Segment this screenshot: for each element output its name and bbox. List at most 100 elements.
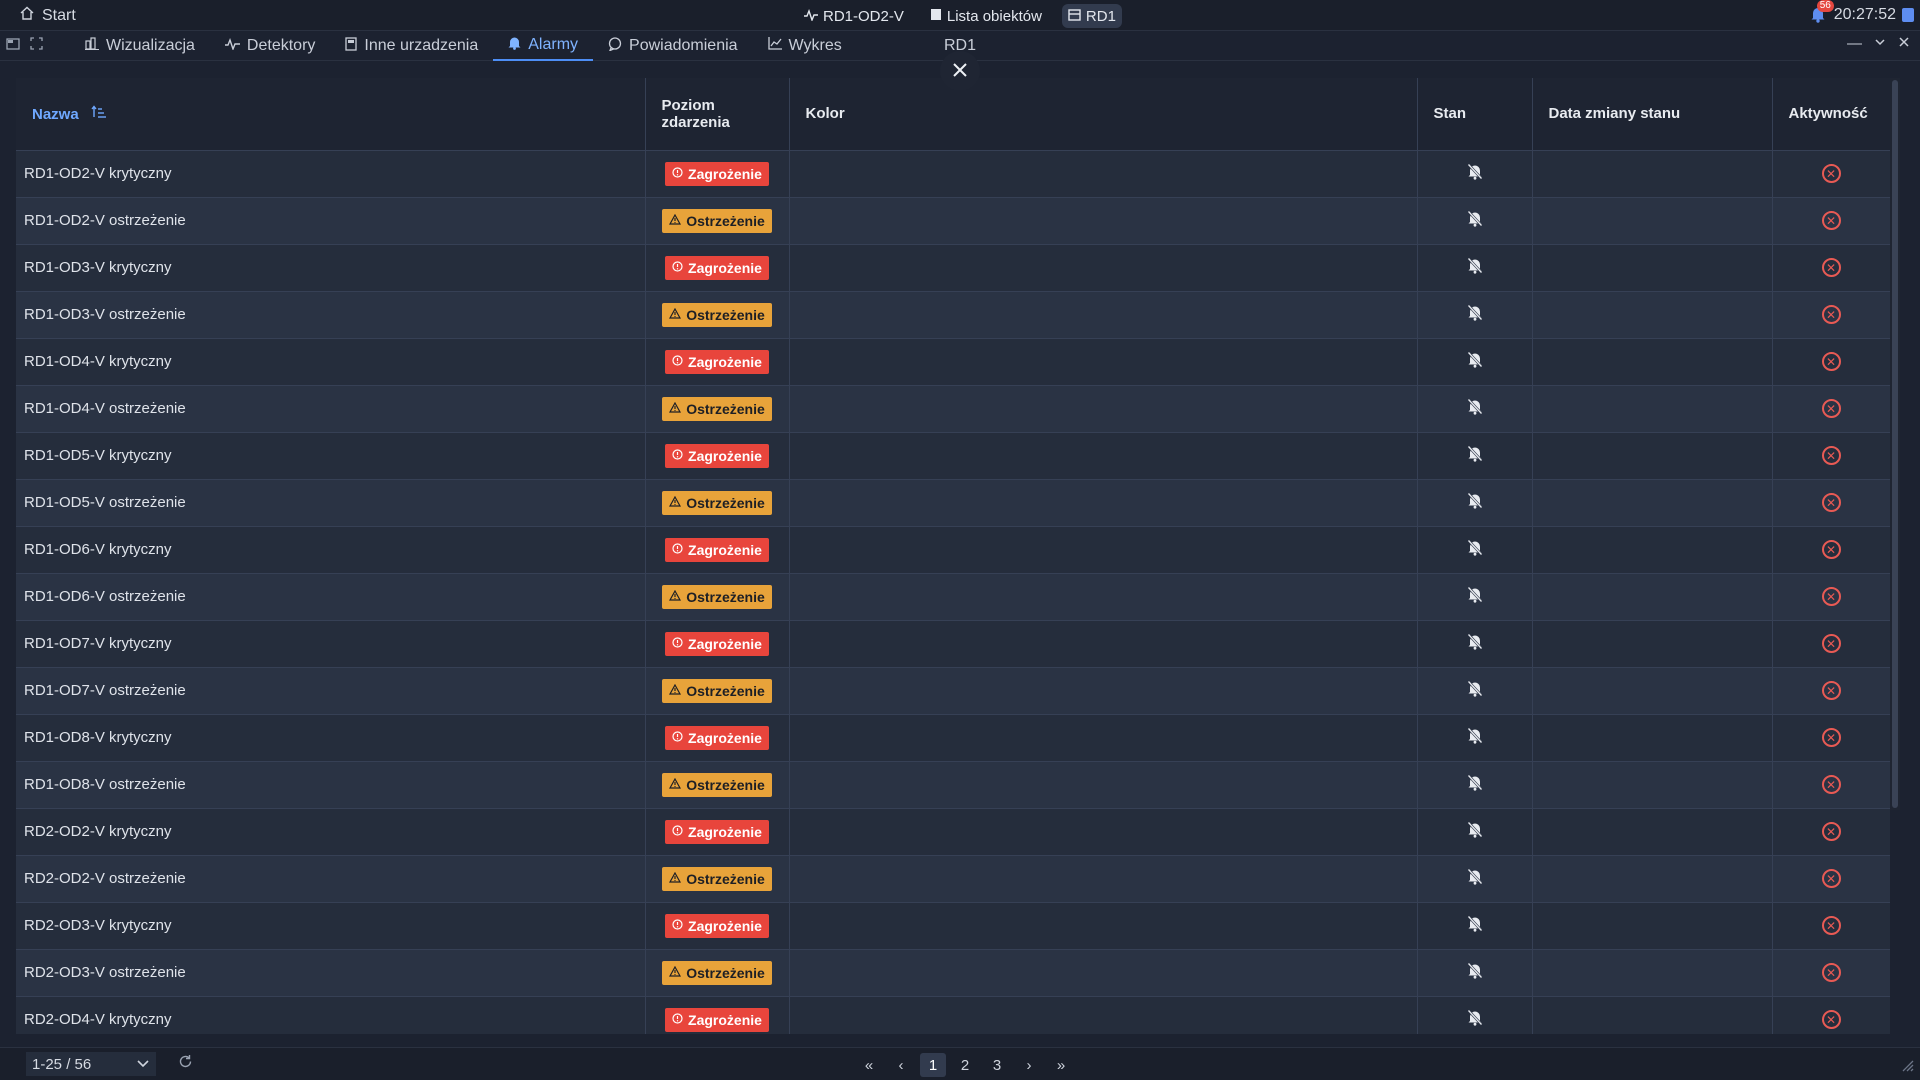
cell-color [789,526,1418,574]
resize-grip-icon[interactable] [1900,1058,1914,1077]
bell-off-icon [1466,257,1484,275]
inactive-x-circle-icon[interactable]: ✕ [1821,775,1841,794]
inactive-x-circle-icon[interactable]: ✕ [1821,634,1841,653]
bell-icon [1810,8,1826,27]
table-row[interactable]: RD1-OD4-V ostrzeżenie Ostrzeżenie ✕ [16,385,1890,433]
alert-circle-icon [672,730,683,745]
cell-activity: ✕ [1772,714,1890,762]
table-row[interactable]: RD1-OD2-V krytyczny Zagrożenie ✕ [16,150,1890,198]
inactive-x-circle-icon[interactable]: ✕ [1821,211,1841,230]
cell-state [1417,902,1533,950]
table-row[interactable]: RD1-OD2-V ostrzeżenie Ostrzeżenie ✕ [16,197,1890,245]
tab-detectors[interactable]: Detektory [210,31,330,61]
inactive-x-circle-icon[interactable]: ✕ [1821,352,1841,371]
table-row[interactable]: RD1-OD6-V krytyczny Zagrożenie ✕ [16,526,1890,574]
inactive-x-circle-icon[interactable]: ✕ [1821,258,1841,277]
column-header-state[interactable]: Stan [1417,78,1533,151]
table-row[interactable]: RD1-OD7-V krytyczny Zagrożenie ✕ [16,620,1890,668]
refresh-button[interactable] [178,1054,193,1074]
cell-date [1532,432,1773,480]
tab-other-devices[interactable]: Inne urzadzenia [330,31,493,61]
cell-activity: ✕ [1772,244,1890,292]
table-row[interactable]: RD1-OD5-V ostrzeżenie Ostrzeżenie ✕ [16,479,1890,527]
cell-color [789,667,1418,715]
alert-circle-icon [672,260,683,275]
bell-off-icon [1466,445,1484,463]
table-row[interactable]: RD2-OD3-V ostrzeżenie Ostrzeżenie ✕ [16,949,1890,997]
column-header-level[interactable]: Poziom zdarzenia [645,78,790,151]
table-row[interactable]: RD2-OD4-V krytyczny Zagrożenie ✕ [16,996,1890,1034]
chevron-down-icon[interactable] [1874,35,1886,52]
cell-name: RD2-OD3-V krytyczny [16,902,646,950]
table-row[interactable]: RD1-OD6-V ostrzeżenie Ostrzeżenie ✕ [16,573,1890,621]
notifications-button[interactable]: 56 [1810,0,1834,27]
breadcrumb-item-rd1[interactable]: RD1 [1061,4,1122,28]
inactive-x-circle-icon[interactable]: ✕ [1821,869,1841,888]
inactive-x-circle-icon[interactable]: ✕ [1821,399,1841,418]
tab-alarms[interactable]: Alarmy [493,31,594,61]
table-row[interactable]: RD1-OD4-V krytyczny Zagrożenie ✕ [16,338,1890,386]
tab-visualization[interactable]: Wizualizacja [70,31,210,61]
sort-ascending-icon[interactable] [91,105,107,122]
column-header-date[interactable]: Data zmiany stanu [1532,78,1773,151]
table-row[interactable]: RD1-OD3-V krytyczny Zagrożenie ✕ [16,244,1890,292]
page-button-1[interactable]: 1 [920,1053,946,1077]
cell-state [1417,761,1533,809]
breadcrumb-item-object-list[interactable]: Lista obiektów [924,4,1048,28]
column-header-name[interactable]: Nazwa [16,78,646,151]
inactive-x-circle-icon[interactable]: ✕ [1821,822,1841,841]
last-page-icon[interactable]: » [1048,1053,1074,1077]
warning-badge: Ostrzeżenie [662,960,772,985]
cell-activity: ✕ [1772,996,1890,1034]
inactive-x-circle-icon[interactable]: ✕ [1821,1010,1841,1029]
bell-off-icon [1466,210,1484,228]
inactive-x-circle-icon[interactable]: ✕ [1821,164,1841,183]
tab-chart[interactable]: Wykres [753,31,857,61]
page-button-2[interactable]: 2 [952,1053,978,1077]
warning-badge: Ostrzeżenie [662,866,772,891]
tab-notifications[interactable]: Powiadomienia [593,31,753,61]
window-icon[interactable] [1902,8,1914,22]
next-page-icon[interactable]: › [1016,1053,1042,1077]
table-row[interactable]: RD2-OD2-V krytyczny Zagrożenie ✕ [16,808,1890,856]
visualization-icon [85,37,99,55]
cell-state [1417,338,1533,386]
scrollbar-thumb[interactable] [1892,80,1898,808]
cell-level: Ostrzeżenie [645,949,790,997]
fullscreen-icon[interactable] [30,37,43,55]
start-link[interactable]: Start [20,6,76,25]
inactive-x-circle-icon[interactable]: ✕ [1821,916,1841,935]
table-row[interactable]: RD2-OD2-V ostrzeżenie Ostrzeżenie ✕ [16,855,1890,903]
panel-toggle-icon[interactable] [6,37,20,55]
critical-badge: Zagrożenie [665,537,769,562]
table-row[interactable]: RD1-OD3-V ostrzeżenie Ostrzeżenie ✕ [16,291,1890,339]
bell-off-icon [1466,492,1484,510]
cell-name: RD1-OD5-V krytyczny [16,432,646,480]
inactive-x-circle-icon[interactable]: ✕ [1821,728,1841,747]
table-row[interactable]: RD1-OD8-V ostrzeżenie Ostrzeżenie ✕ [16,761,1890,809]
table-row[interactable]: RD2-OD3-V krytyczny Zagrożenie ✕ [16,902,1890,950]
inactive-x-circle-icon[interactable]: ✕ [1821,446,1841,465]
close-icon[interactable] [1898,35,1910,52]
previous-page-icon[interactable]: ‹ [888,1053,914,1077]
page-button-3[interactable]: 3 [984,1053,1010,1077]
inactive-x-circle-icon[interactable]: ✕ [1821,587,1841,606]
inactive-x-circle-icon[interactable]: ✕ [1821,681,1841,700]
page-size-select[interactable]: 1-25 / 56 [26,1052,156,1076]
breadcrumb-item-detector[interactable]: RD1-OD2-V [798,4,910,28]
cell-level: Zagrożenie [645,620,790,668]
inactive-x-circle-icon[interactable]: ✕ [1821,540,1841,559]
table-row[interactable]: RD1-OD7-V ostrzeżenie Ostrzeżenie ✕ [16,667,1890,715]
inactive-x-circle-icon[interactable]: ✕ [1821,963,1841,982]
inactive-x-circle-icon[interactable]: ✕ [1821,305,1841,324]
close-panel-button[interactable] [940,51,980,91]
badge-label: Ostrzeżenie [686,964,765,981]
column-header-color[interactable]: Kolor [789,78,1418,151]
inactive-x-circle-icon[interactable]: ✕ [1821,493,1841,512]
clock: 20:27:52 [1833,6,1896,23]
table-row[interactable]: RD1-OD8-V krytyczny Zagrożenie ✕ [16,714,1890,762]
column-header-activity[interactable]: Aktywność [1772,78,1890,151]
first-page-icon[interactable]: « [856,1053,882,1077]
table-row[interactable]: RD1-OD5-V krytyczny Zagrożenie ✕ [16,432,1890,480]
minimize-icon[interactable]: — [1847,35,1862,52]
